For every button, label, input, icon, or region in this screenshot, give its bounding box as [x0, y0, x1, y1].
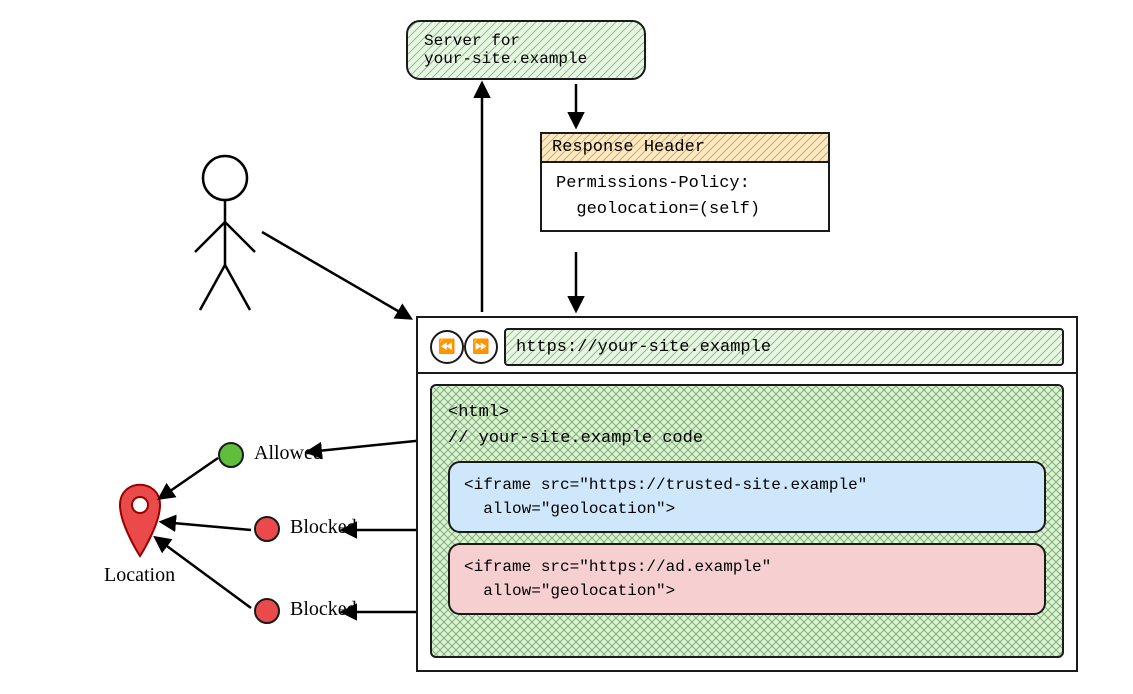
- location-pin-icon: [120, 485, 160, 556]
- browser-window: ⏪ ⏩ https://your-site.example <html> // …: [416, 316, 1078, 672]
- response-header-box: Response Header Permissions-Policy: geol…: [540, 132, 830, 232]
- iframe-ad-line2: allow="geolocation">: [464, 579, 1030, 603]
- browser-viewport: <html> // your-site.example code <iframe…: [430, 384, 1064, 658]
- iframe-ad-line1: <iframe src="https://ad.example": [464, 555, 1030, 579]
- status-label-blocked-1: Blocked: [290, 516, 357, 539]
- browser-toolbar: ⏪ ⏩ https://your-site.example: [418, 318, 1076, 374]
- status-label-allowed: Allowed: [254, 442, 323, 465]
- iframe-trusted-line1: <iframe src="https://trusted-site.exampl…: [464, 473, 1030, 497]
- location-label: Location: [104, 564, 175, 587]
- iframe-trusted-box: <iframe src="https://trusted-site.exampl…: [448, 461, 1046, 533]
- arrow-html-to-allowed: [308, 440, 425, 452]
- arrow-user-to-browser: [262, 232, 410, 318]
- back-button[interactable]: ⏪: [430, 330, 464, 364]
- user-stickfigure: [195, 156, 255, 310]
- iframe-ad-box: <iframe src="https://ad.example" allow="…: [448, 543, 1046, 615]
- arrow-blocked1-to-pin: [162, 522, 251, 530]
- response-line1: Permissions-Policy:: [556, 171, 814, 197]
- code-comment: // your-site.example code: [448, 426, 1046, 452]
- status-dot-blocked-2: [254, 598, 280, 624]
- url-bar[interactable]: https://your-site.example: [504, 328, 1064, 366]
- status-label-blocked-2: Blocked: [290, 598, 357, 621]
- response-header-title: Response Header: [542, 134, 828, 163]
- forward-button[interactable]: ⏩: [464, 330, 498, 364]
- code-html-open: <html>: [448, 400, 1046, 426]
- status-dot-blocked-1: [254, 516, 280, 542]
- url-text: https://your-site.example: [516, 338, 771, 357]
- iframe-trusted-line2: allow="geolocation">: [464, 497, 1030, 521]
- status-dot-allowed: [218, 442, 244, 468]
- server-line1: Server for: [424, 32, 628, 50]
- server-line2: your-site.example: [424, 50, 628, 68]
- rewind-icon: ⏪: [438, 339, 455, 356]
- arrow-allowed-to-pin: [160, 458, 218, 498]
- response-line2: geolocation=(self): [556, 197, 814, 223]
- server-box: Server for your-site.example: [406, 20, 646, 80]
- fastforward-icon: ⏩: [472, 339, 489, 356]
